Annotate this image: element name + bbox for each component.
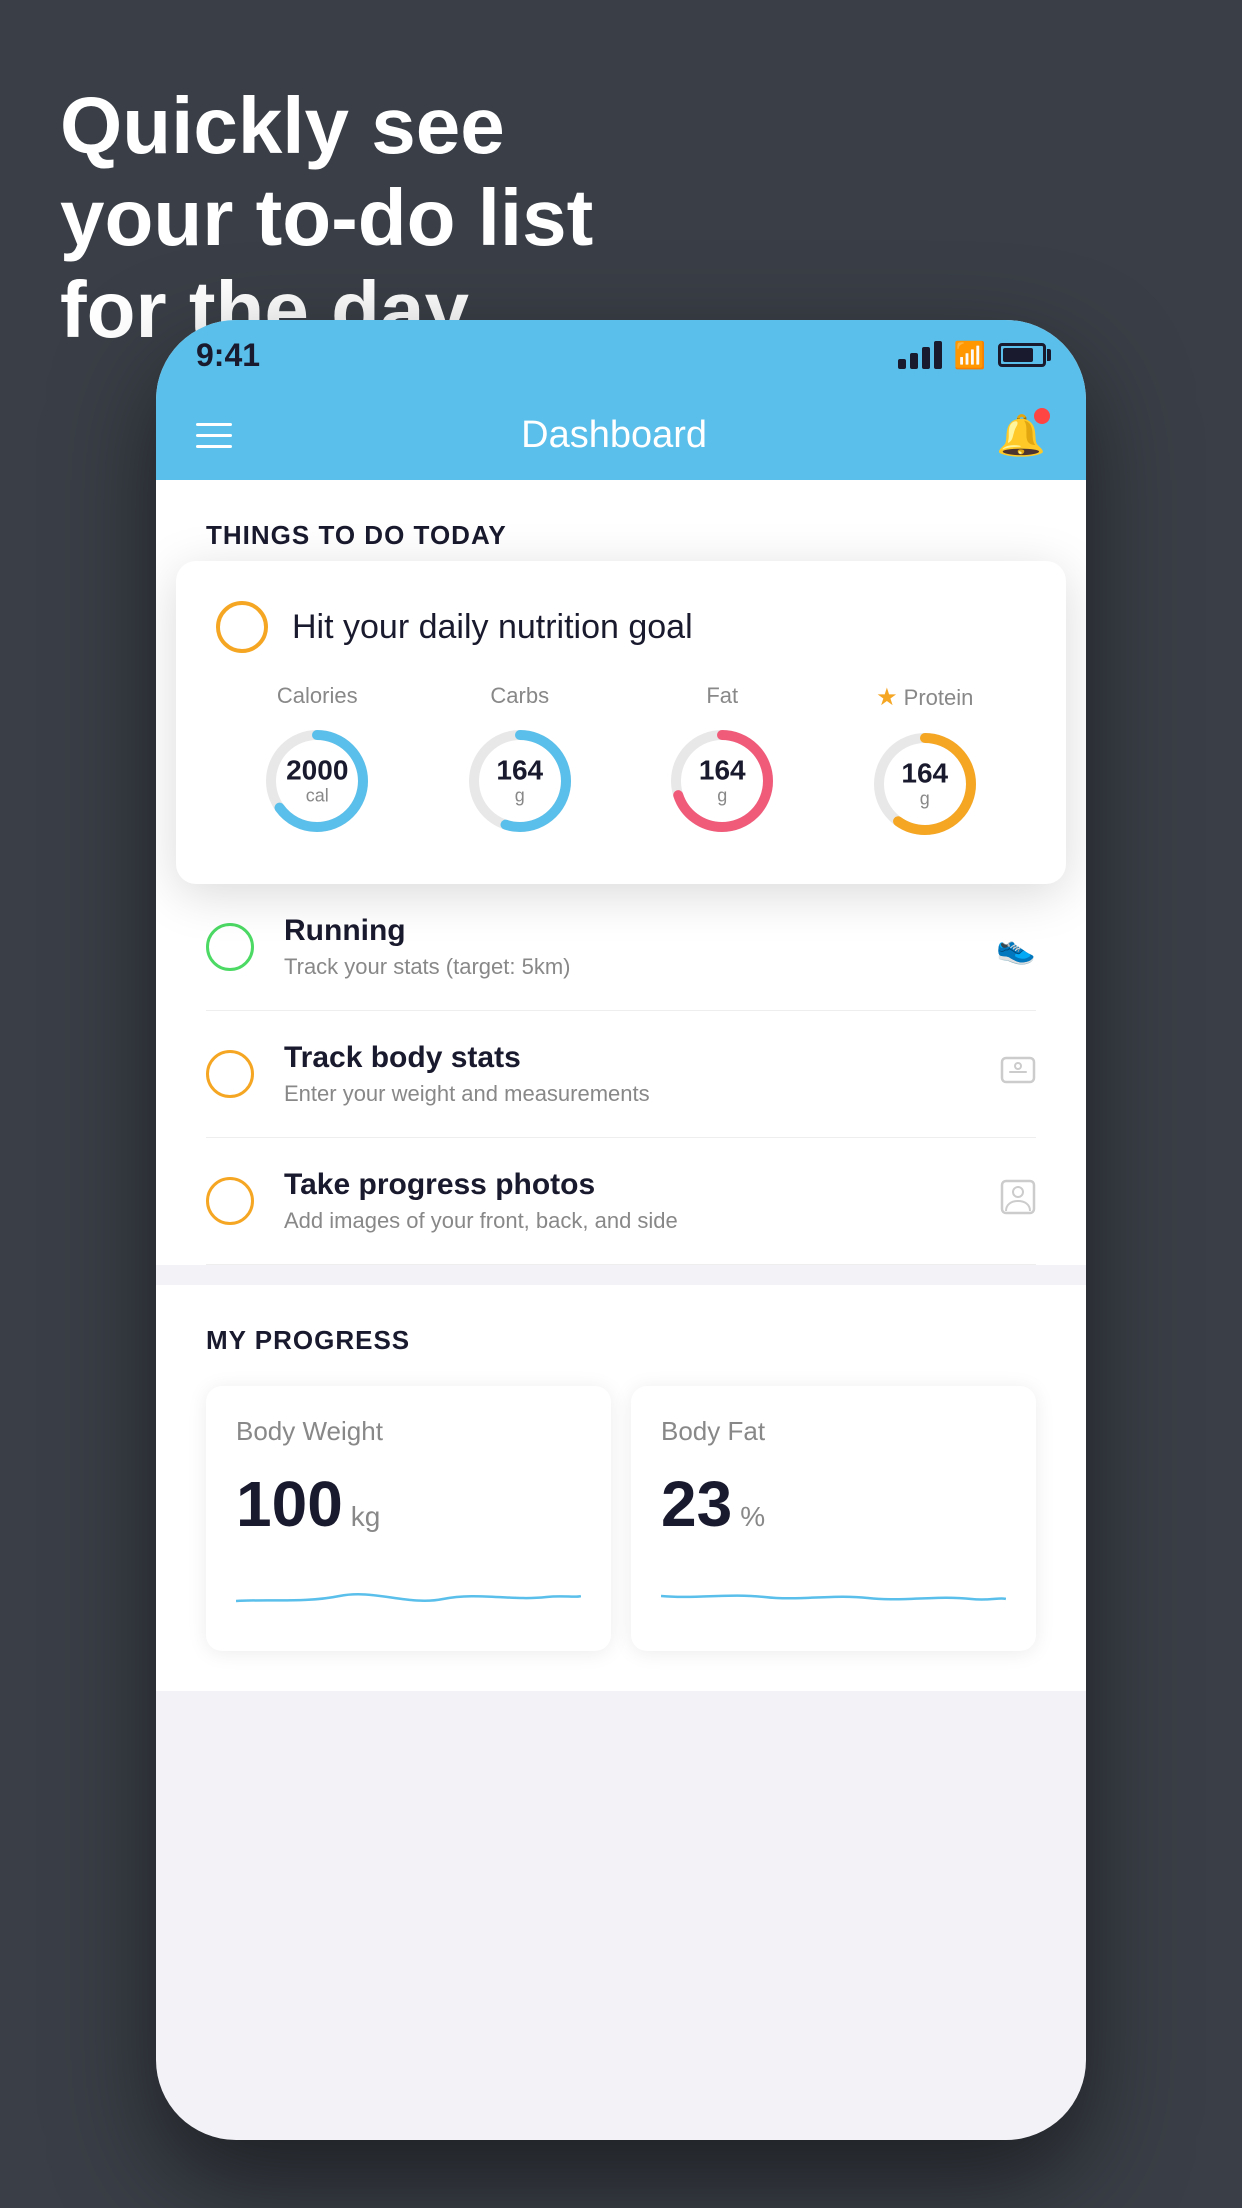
- person-icon: [1000, 1179, 1036, 1223]
- body-fat-sparkline: [661, 1561, 1006, 1621]
- todo-sub-running: Track your stats (target: 5km): [284, 954, 966, 980]
- notification-button[interactable]: 🔔: [996, 412, 1046, 459]
- app-header: Dashboard 🔔: [156, 390, 1086, 480]
- body-fat-title: Body Fat: [661, 1416, 1006, 1447]
- body-fat-card[interactable]: Body Fat 23 %: [631, 1386, 1036, 1651]
- body-fat-value: 23 %: [661, 1467, 1006, 1541]
- macro-calories: Calories 2000 cal: [257, 683, 377, 841]
- todo-item-running[interactable]: Running Track your stats (target: 5km) 👟: [206, 884, 1036, 1011]
- wifi-icon: 📶: [954, 340, 986, 371]
- todo-list: Running Track your stats (target: 5km) 👟…: [156, 884, 1086, 1265]
- notification-badge: [1034, 408, 1050, 424]
- nutrition-card-header: Hit your daily nutrition goal: [216, 601, 1026, 653]
- nutrition-card[interactable]: Hit your daily nutrition goal Calories 2…: [176, 561, 1066, 884]
- body-weight-unit: kg: [351, 1501, 381, 1533]
- todo-name-photos: Take progress photos: [284, 1168, 970, 1202]
- macro-protein-label: ★ Protein: [876, 683, 973, 712]
- scale-icon: [1000, 1052, 1036, 1096]
- body-fat-unit: %: [740, 1501, 765, 1533]
- todo-sub-body-stats: Enter your weight and measurements: [284, 1081, 970, 1107]
- body-weight-value: 100 kg: [236, 1467, 581, 1541]
- todo-text-running: Running Track your stats (target: 5km): [284, 914, 966, 980]
- battery-icon: [998, 343, 1046, 367]
- headline-line2: your to-do list: [60, 172, 593, 264]
- content-area: THINGS TO DO TODAY Hit your daily nutrit…: [156, 480, 1086, 884]
- protein-value: 164 g: [901, 759, 948, 810]
- todo-sub-photos: Add images of your front, back, and side: [284, 1208, 970, 1234]
- status-icons: 📶: [898, 340, 1046, 371]
- fat-value: 164 g: [699, 756, 746, 807]
- calories-donut: 2000 cal: [257, 721, 377, 841]
- calories-value: 2000 cal: [286, 756, 348, 807]
- todo-circle-body-stats: [206, 1050, 254, 1098]
- nutrition-card-title: Hit your daily nutrition goal: [292, 608, 693, 647]
- progress-cards: Body Weight 100 kg Body Fat 23 %: [206, 1386, 1036, 1651]
- body-weight-sparkline: [236, 1561, 581, 1621]
- todo-text-body-stats: Track body stats Enter your weight and m…: [284, 1041, 970, 1107]
- todo-name-body-stats: Track body stats: [284, 1041, 970, 1075]
- protein-donut: 164 g: [865, 724, 985, 844]
- hamburger-menu-button[interactable]: [196, 423, 232, 448]
- body-weight-title: Body Weight: [236, 1416, 581, 1447]
- carbs-value: 164 g: [496, 756, 543, 807]
- star-icon: ★: [876, 683, 898, 712]
- status-bar: 9:41 📶: [156, 320, 1086, 390]
- todo-name-running: Running: [284, 914, 966, 948]
- todo-circle-photos: [206, 1177, 254, 1225]
- todo-circle-running: [206, 923, 254, 971]
- things-today-title: THINGS TO DO TODAY: [206, 520, 1036, 551]
- body-weight-card[interactable]: Body Weight 100 kg: [206, 1386, 611, 1651]
- todo-item-photos[interactable]: Take progress photos Add images of your …: [206, 1138, 1036, 1265]
- macro-protein: ★ Protein 164 g: [865, 683, 985, 844]
- carbs-donut: 164 g: [460, 721, 580, 841]
- phone-frame: 9:41 📶 Dashboard 🔔 THINGS T: [156, 320, 1086, 2140]
- header-title: Dashboard: [521, 414, 707, 457]
- signal-bars-icon: [898, 341, 942, 369]
- todo-item-body-stats[interactable]: Track body stats Enter your weight and m…: [206, 1011, 1036, 1138]
- macro-calories-label: Calories: [277, 683, 358, 709]
- progress-section: MY PROGRESS Body Weight 100 kg Body Fat …: [156, 1285, 1086, 1691]
- macro-fat: Fat 164 g: [662, 683, 782, 841]
- progress-section-title: MY PROGRESS: [206, 1325, 1036, 1356]
- nutrition-check-circle: [216, 601, 268, 653]
- nutrition-macros: Calories 2000 cal Carbs: [216, 683, 1026, 844]
- running-icon: 👟: [996, 928, 1036, 966]
- macro-carbs-label: Carbs: [490, 683, 549, 709]
- headline-line1: Quickly see: [60, 80, 593, 172]
- todo-text-photos: Take progress photos Add images of your …: [284, 1168, 970, 1234]
- macro-fat-label: Fat: [706, 683, 738, 709]
- headline: Quickly see your to-do list for the day.: [60, 80, 593, 356]
- macro-carbs: Carbs 164 g: [460, 683, 580, 841]
- fat-donut: 164 g: [662, 721, 782, 841]
- status-time: 9:41: [196, 337, 260, 374]
